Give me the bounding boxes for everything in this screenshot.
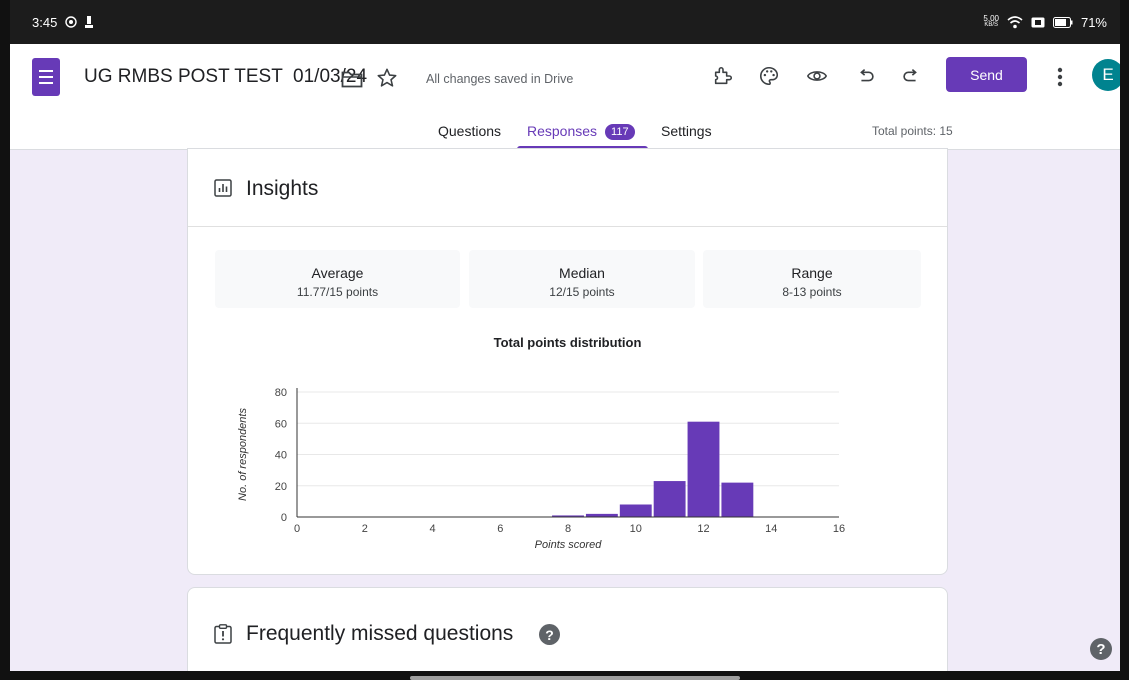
y-tick-label: 80: [275, 387, 287, 399]
x-tick-label: 14: [765, 523, 777, 535]
x-tick-label: 10: [630, 523, 642, 535]
form-title[interactable]: UG RMBS POST TEST 01/03/24: [84, 66, 367, 88]
tab-questions[interactable]: Questions: [438, 123, 501, 139]
x-tick-label: 12: [697, 523, 709, 535]
gesture-handle[interactable]: [410, 676, 740, 680]
battery-percent: 71%: [1080, 14, 1107, 30]
system-nav-bar: [0, 671, 1129, 680]
save-status-text: All changes saved in Drive: [426, 72, 574, 86]
top-toolbar: UG RMBS POST TEST 01/03/24 All changes s…: [10, 44, 1124, 112]
stat-median: Median 12/15 points: [469, 250, 695, 308]
sim-icon: [1031, 17, 1045, 28]
screen-bezel-right: [1120, 0, 1129, 680]
preview-eye-icon[interactable]: [804, 63, 830, 89]
star-icon[interactable]: [376, 67, 398, 94]
x-axis-label: Points scored: [535, 539, 603, 551]
total-points-label: Total points: 15: [872, 124, 953, 138]
network-speed: 5.00 KB/S: [983, 14, 999, 29]
responses-count-badge: 117: [605, 124, 635, 140]
histogram-bar: [619, 504, 652, 517]
folder-icon[interactable]: [341, 70, 363, 93]
wifi-icon: [1007, 15, 1023, 29]
notification-icon: [85, 16, 94, 28]
x-tick-label: 16: [833, 523, 845, 535]
missed-questions-title: Frequently missed questions: [246, 622, 514, 645]
palette-icon[interactable]: [756, 63, 782, 89]
battery-icon: [1052, 16, 1073, 28]
insights-title: Insights: [246, 177, 319, 200]
form-tabs: Questions Responses 117 Settings Total po…: [10, 112, 1120, 150]
x-tick-label: 6: [497, 523, 503, 535]
tab-responses[interactable]: Responses 117: [527, 123, 635, 140]
screen-bezel-left: [0, 0, 10, 680]
histogram-bar: [653, 481, 686, 517]
app-header: UG RMBS POST TEST 01/03/24 All changes s…: [10, 44, 1124, 150]
missed-questions-card: Frequently missed questions ?: [187, 587, 948, 677]
stat-average: Average 11.77/15 points: [215, 250, 460, 308]
help-icon[interactable]: ?: [539, 624, 560, 645]
redo-icon[interactable]: [898, 63, 924, 89]
chart-title: Total points distribution: [493, 335, 642, 350]
stat-range: Range 8-13 points: [703, 250, 921, 308]
addon-icon[interactable]: [710, 63, 736, 89]
help-fab-icon[interactable]: ?: [1090, 638, 1112, 660]
x-tick-label: 2: [362, 523, 368, 535]
tab-settings[interactable]: Settings: [661, 123, 712, 139]
undo-icon[interactable]: [853, 63, 879, 89]
x-tick-label: 4: [429, 523, 435, 535]
alert-clipboard-icon: [214, 624, 232, 649]
more-vert-icon[interactable]: [1048, 63, 1072, 91]
status-time: 3:45: [32, 14, 58, 30]
y-tick-label: 0: [281, 512, 287, 524]
insights-card: Insights Average 11.77/15 points Median …: [187, 148, 948, 575]
y-axis-label: No. of respondents: [237, 408, 249, 501]
y-tick-label: 60: [275, 418, 287, 430]
screen-record-icon: [65, 16, 78, 28]
histogram-bar: [687, 421, 720, 517]
points-distribution-chart: 0 20 40 60 80 0 2 4 6 8 10 12 14 16 Points scored No. o…: [237, 387, 845, 551]
status-bar: 3:45 5.00 KB/S 71%: [0, 0, 1129, 44]
x-tick-label: 0: [294, 523, 300, 535]
histogram-bar: [721, 482, 754, 517]
insights-header: Insights: [188, 149, 947, 227]
x-tick-label: 8: [565, 523, 571, 535]
insights-chart-icon: [214, 179, 232, 202]
y-tick-label: 20: [275, 481, 287, 493]
google-forms-logo-icon[interactable]: [32, 58, 60, 96]
y-tick-label: 40: [275, 450, 287, 462]
send-button[interactable]: Send: [946, 57, 1027, 92]
